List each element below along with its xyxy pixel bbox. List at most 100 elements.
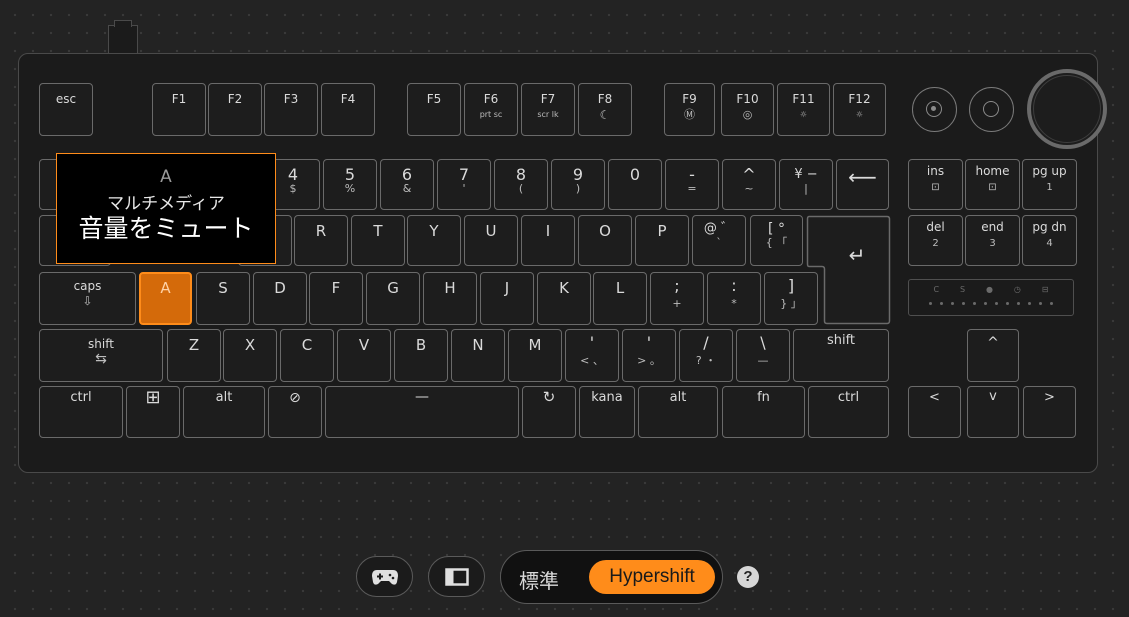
key-9[interactable]: 9) <box>551 159 605 210</box>
key-o[interactable]: O <box>578 215 632 266</box>
gaming-mode-button[interactable] <box>356 556 413 597</box>
key-s[interactable]: S <box>196 272 250 325</box>
key-a[interactable]: A <box>139 272 192 325</box>
mode-hypershift-option[interactable]: Hypershift <box>589 560 715 594</box>
key-f6[interactable]: F6 prt sc <box>464 83 518 136</box>
key-z[interactable]: Z <box>167 329 221 382</box>
key-bracket-left[interactable]: [ °{ 「 <box>750 215 803 266</box>
key-ctrl-left[interactable]: ctrl <box>39 386 123 438</box>
key-label: S <box>218 279 228 297</box>
key-home[interactable]: home ⊡ <box>965 159 1020 210</box>
key-ctrl-right[interactable]: ctrl <box>808 386 889 438</box>
key-i[interactable]: I <box>521 215 575 266</box>
key-u[interactable]: U <box>464 215 518 266</box>
key-c[interactable]: C <box>280 329 334 382</box>
key-label: H <box>444 279 456 297</box>
indicator-dot <box>995 302 998 305</box>
key-7[interactable]: 7 ' <box>437 159 491 210</box>
media-button-1[interactable] <box>912 87 957 132</box>
key-arrow-up[interactable]: ^ <box>967 329 1019 382</box>
key-alt-left[interactable]: alt <box>183 386 265 438</box>
key-v[interactable]: V <box>337 329 391 382</box>
key-b[interactable]: B <box>394 329 448 382</box>
key-g[interactable]: G <box>366 272 420 325</box>
key-arrow-right[interactable]: > <box>1023 386 1076 438</box>
key-t[interactable]: T <box>351 215 405 266</box>
key-6[interactable]: 6 & <box>380 159 434 210</box>
key-f5[interactable]: F5 <box>407 83 461 136</box>
key-yen[interactable]: ¥ − | <box>779 159 833 210</box>
key-page-up[interactable]: pg up 1 <box>1022 159 1077 210</box>
key-f2[interactable]: F2 <box>208 83 262 136</box>
key-l[interactable]: L <box>593 272 647 325</box>
key-semicolon[interactable]: ; + <box>650 272 704 325</box>
key-shift-left[interactable]: shift ⇆ <box>39 329 163 382</box>
key-minus[interactable]: - = <box>665 159 719 210</box>
key-0[interactable]: 0 <box>608 159 662 210</box>
key-f4[interactable]: F4 <box>321 83 375 136</box>
key-h[interactable]: H <box>423 272 477 325</box>
key-label: alt <box>215 390 233 405</box>
key-p[interactable]: P <box>635 215 689 266</box>
key-end[interactable]: end 3 <box>965 215 1020 266</box>
key-delete[interactable]: del 2 <box>908 215 963 266</box>
layout-view-button[interactable] <box>428 556 485 597</box>
key-f7[interactable]: F7 scr lk <box>521 83 575 136</box>
key-sublabel: 2 <box>932 238 939 249</box>
key-backslash[interactable]: \ — <box>736 329 790 382</box>
key-n[interactable]: N <box>451 329 505 382</box>
key-arrow-left[interactable]: < <box>908 386 961 438</box>
key-sublabel: — <box>757 354 769 367</box>
key-k[interactable]: K <box>537 272 591 325</box>
key-page-down[interactable]: pg dn 4 <box>1022 215 1077 266</box>
key-caret[interactable]: ^ ~ <box>722 159 776 210</box>
key-f8[interactable]: F8 ☾ <box>578 83 632 136</box>
key-f[interactable]: F <box>309 272 363 325</box>
key-windows[interactable]: ⊞ <box>126 386 180 438</box>
media-button-2[interactable] <box>969 87 1014 132</box>
key-caps-lock[interactable]: caps ⇩ <box>39 272 136 325</box>
key-5[interactable]: 5% <box>323 159 377 210</box>
key-fn[interactable]: fn <box>722 386 805 438</box>
key-f11[interactable]: F11 ☼ <box>777 83 830 136</box>
hypershift-icon: ⇆ <box>95 351 107 367</box>
key-space[interactable]: — <box>325 386 519 438</box>
brightness-up-icon: ☼ <box>855 110 864 119</box>
key-label: ; <box>674 276 680 295</box>
key-f12[interactable]: F12 ☼ <box>833 83 886 136</box>
key-label: F6 <box>483 92 499 106</box>
key-insert[interactable]: ins ⊡ <box>908 159 963 210</box>
volume-dial[interactable] <box>1027 69 1107 149</box>
mode-standard-option[interactable]: 標準 <box>519 565 559 594</box>
key-period[interactable]: ' > 。 <box>622 329 676 382</box>
key-f10[interactable]: F10 ◎ <box>721 83 774 136</box>
key-d[interactable]: D <box>253 272 307 325</box>
key-f1[interactable]: F1 <box>152 83 206 136</box>
key-f3[interactable]: F3 <box>264 83 318 136</box>
key-kana[interactable]: kana <box>579 386 635 438</box>
key-bracket-right[interactable]: ]} 」 <box>764 272 818 325</box>
key-comma[interactable]: ' < 、 <box>565 329 619 382</box>
key-henkan[interactable]: ↻ <box>522 386 576 438</box>
key-backspace[interactable]: ⟵ <box>836 159 889 210</box>
key-at[interactable]: @ ゛ ` <box>692 215 746 266</box>
key-label: ins <box>926 164 945 178</box>
key-muhenkan[interactable]: ⊘ <box>268 386 322 438</box>
key-x[interactable]: X <box>223 329 277 382</box>
key-alt-right[interactable]: alt <box>638 386 718 438</box>
key-esc[interactable]: esc <box>39 83 93 136</box>
key-j[interactable]: J <box>480 272 534 325</box>
indicator-panel: C S ● ◷ ⊟ <box>908 279 1074 316</box>
key-enter[interactable]: ↵ <box>806 215 891 326</box>
key-slash[interactable]: / ? ・ <box>679 329 733 382</box>
key-8[interactable]: 8( <box>494 159 548 210</box>
key-shift-right[interactable]: shift <box>793 329 889 382</box>
key-f9[interactable]: F9 Ⓜ <box>664 83 715 136</box>
key-arrow-down[interactable]: v <box>967 386 1019 438</box>
key-label: del <box>926 220 945 234</box>
key-y[interactable]: Y <box>407 215 461 266</box>
key-r[interactable]: R <box>294 215 348 266</box>
key-colon[interactable]: : * <box>707 272 761 325</box>
help-icon[interactable]: ? <box>737 566 759 588</box>
key-m[interactable]: M <box>508 329 562 382</box>
